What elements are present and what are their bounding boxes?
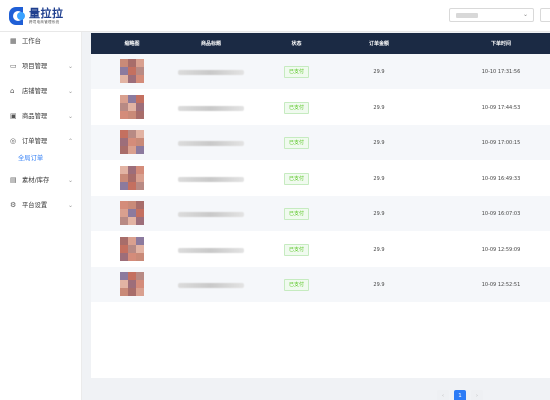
- status-badge: 已支付: [284, 172, 309, 185]
- sidebar-item-stores[interactable]: ⌂ 店铺管理 ⌄: [0, 84, 82, 100]
- sidebar-item-label: 商品管理: [22, 113, 48, 120]
- sidebar-item-products[interactable]: ▣ 商品管理 ⌄: [0, 109, 82, 125]
- order-amount: 29.9: [373, 69, 385, 75]
- product-thumbnail[interactable]: [120, 165, 144, 190]
- project-icon: ▭: [10, 62, 17, 70]
- product-thumbnail[interactable]: [120, 272, 144, 296]
- sidebar-item-label: 店铺管理: [22, 88, 48, 95]
- order-time: 10-09 12:59:09: [481, 246, 521, 253]
- orders-table-card: 缩略图 商品标题 状态 订单金额 下单时间 已支付 29.9 10-10 17:31…: [91, 33, 550, 378]
- order-time: 10-09 16:07:03: [481, 211, 521, 217]
- table-row[interactable]: 已支付 29.9 10-09 16:07:03: [91, 196, 550, 231]
- status-badge: 已支付: [284, 101, 309, 114]
- chevron-up-icon: ⌃: [68, 138, 74, 145]
- table-header: 缩略图 商品标题 状态 订单金额 下单时间: [91, 33, 550, 54]
- order-time: 10-10 17:31:56: [481, 69, 521, 75]
- sidebar-item-label: 项目管理: [22, 63, 48, 70]
- product-title-redacted: [178, 105, 244, 111]
- product-title-redacted: [178, 176, 244, 182]
- column-header-amount: 订单金额: [368, 41, 389, 47]
- table-row[interactable]: 已支付 29.9 10-09 17:00:15: [91, 125, 550, 160]
- order-amount: 29.9: [373, 246, 385, 253]
- table-row[interactable]: 已支付 29.9 10-09 12:52:51: [91, 267, 550, 302]
- pagination-prev-button[interactable]: ‹: [437, 390, 449, 400]
- status-badge: 已支付: [284, 66, 309, 78]
- sidebar-item-label: 素材/库存: [22, 177, 50, 184]
- product-title-redacted: [178, 283, 244, 288]
- table-row[interactable]: 已支付 29.9 10-09 17:44:53: [91, 90, 550, 125]
- shop-select-value-redacted: [456, 13, 478, 18]
- header-action-button[interactable]: [540, 8, 550, 22]
- brand-tagline: 跨境电商管理系统: [29, 19, 60, 24]
- pagination-page-1[interactable]: 1: [454, 390, 466, 400]
- order-amount: 29.9: [373, 104, 385, 111]
- column-header-order-time: 下单时间: [490, 41, 511, 47]
- sidebar-item-label: 工作台: [22, 38, 41, 45]
- sidebar: ▦ 工作台 ▭ 项目管理 ⌄ ⌂ 店铺管理 ⌄ ▣ 商品管理 ⌄ ◎ 订单管理 …: [0, 32, 82, 400]
- column-header-status: 状态: [291, 41, 302, 47]
- shop-select[interactable]: ⌄: [449, 8, 534, 22]
- order-icon: ◎: [10, 137, 17, 145]
- order-amount: 29.9: [373, 140, 385, 146]
- top-header: 量拉拉 跨境电商管理系统 ⌄: [0, 0, 550, 32]
- product-thumbnail[interactable]: [120, 201, 144, 225]
- product-thumbnail[interactable]: [120, 236, 144, 261]
- status-badge: 已支付: [284, 243, 309, 256]
- product-thumbnail[interactable]: [120, 130, 144, 154]
- chevron-down-icon: ⌄: [68, 202, 74, 209]
- material-icon: ▤: [10, 176, 17, 184]
- chevron-down-icon: ⌄: [522, 11, 528, 18]
- product-title-redacted: [178, 141, 244, 146]
- product-thumbnail[interactable]: [120, 94, 144, 119]
- order-amount: 29.9: [373, 211, 385, 217]
- table-row[interactable]: 已支付 29.9 10-10 17:31:56: [91, 54, 550, 89]
- sidebar-item-materials[interactable]: ▤ 素材/库存 ⌄: [0, 173, 82, 189]
- sidebar-subitem-global-orders[interactable]: 全局订单: [18, 153, 43, 162]
- sidebar-item-dashboard[interactable]: ▦ 工作台: [0, 34, 82, 50]
- product-title-redacted: [178, 212, 244, 217]
- sidebar-item-settings[interactable]: ⚙ 平台设置 ⌄: [0, 198, 82, 214]
- order-time: 10-09 17:00:15: [481, 140, 521, 146]
- order-amount: 29.9: [373, 282, 385, 288]
- settings-icon: ⚙: [10, 201, 17, 209]
- order-time: 10-09 17:44:53: [481, 104, 521, 111]
- product-thumbnail[interactable]: [120, 59, 144, 83]
- chevron-down-icon: ⌄: [68, 177, 74, 184]
- brand-name: 量拉拉: [29, 6, 64, 20]
- sidebar-item-label: 平台设置: [22, 202, 48, 209]
- store-icon: ⌂: [10, 87, 15, 95]
- product-icon: ▣: [10, 112, 17, 120]
- product-title-redacted: [178, 70, 244, 75]
- sidebar-item-projects[interactable]: ▭ 项目管理 ⌄: [0, 59, 82, 75]
- column-header-thumbnail: 缩略图: [124, 41, 140, 47]
- chevron-down-icon: ⌄: [68, 63, 74, 70]
- brand-logo[interactable]: 量拉拉 跨境电商管理系统: [9, 5, 64, 27]
- column-header-title: 商品标题: [200, 41, 221, 47]
- order-amount: 29.9: [373, 175, 385, 182]
- table-row[interactable]: 已支付 29.9 10-09 16:49:33: [91, 161, 550, 196]
- dashboard-icon: ▦: [10, 37, 17, 45]
- order-time: 10-09 12:52:51: [481, 282, 521, 288]
- pagination-next-button[interactable]: ›: [471, 390, 483, 400]
- logo-icon: [9, 7, 27, 25]
- status-badge: 已支付: [284, 137, 309, 149]
- table-row[interactable]: 已支付 29.9 10-09 12:59:09: [91, 232, 550, 267]
- status-badge: 已支付: [284, 279, 309, 291]
- chevron-down-icon: ⌄: [68, 88, 74, 95]
- product-title-redacted: [178, 247, 244, 253]
- chevron-down-icon: ⌄: [68, 113, 74, 120]
- order-time: 10-09 16:49:33: [481, 175, 521, 182]
- sidebar-item-orders[interactable]: ◎ 订单管理 ⌃: [0, 134, 82, 150]
- sidebar-item-label: 订单管理: [22, 138, 48, 145]
- status-badge: 已支付: [284, 208, 309, 220]
